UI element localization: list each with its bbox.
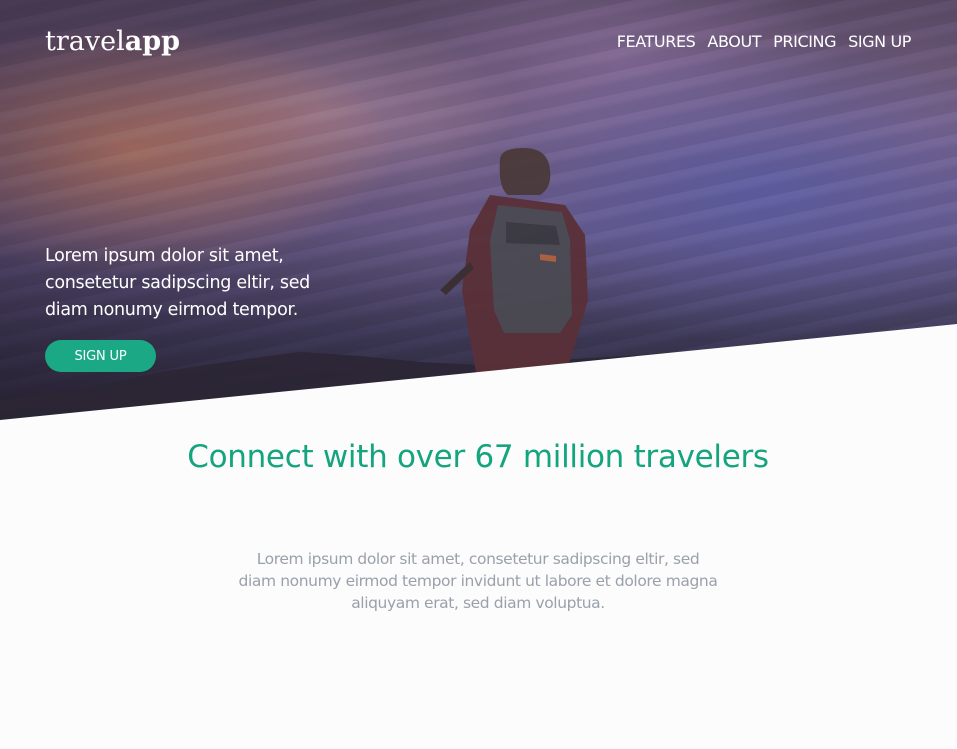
hero-sign-up-button[interactable]: SIGN UP: [45, 340, 156, 372]
hero-tagline: Lorem ipsum dolor sit amet, consetetur s…: [45, 246, 310, 320]
nav-item-features[interactable]: FEATURES: [617, 32, 696, 51]
brand-name-light: travel: [45, 26, 125, 57]
landing-page: travelapp FEATURES ABOUT PRICING SIGN UP…: [0, 0, 957, 749]
main-nav: FEATURES ABOUT PRICING SIGN UP: [617, 32, 912, 51]
nav-item-sign-up[interactable]: SIGN UP: [848, 32, 911, 51]
brand-name-bold: app: [124, 26, 180, 57]
nav-item-about[interactable]: ABOUT: [707, 32, 761, 51]
hero-section: travelapp FEATURES ABOUT PRICING SIGN UP…: [0, 0, 957, 420]
section-description: Lorem ipsum dolor sit amet, consetetur s…: [238, 550, 718, 612]
nav-item-pricing[interactable]: PRICING: [773, 32, 836, 51]
section-headline: Connect with over 67 million travelers: [187, 439, 769, 475]
brand-logo[interactable]: travelapp: [45, 26, 180, 57]
